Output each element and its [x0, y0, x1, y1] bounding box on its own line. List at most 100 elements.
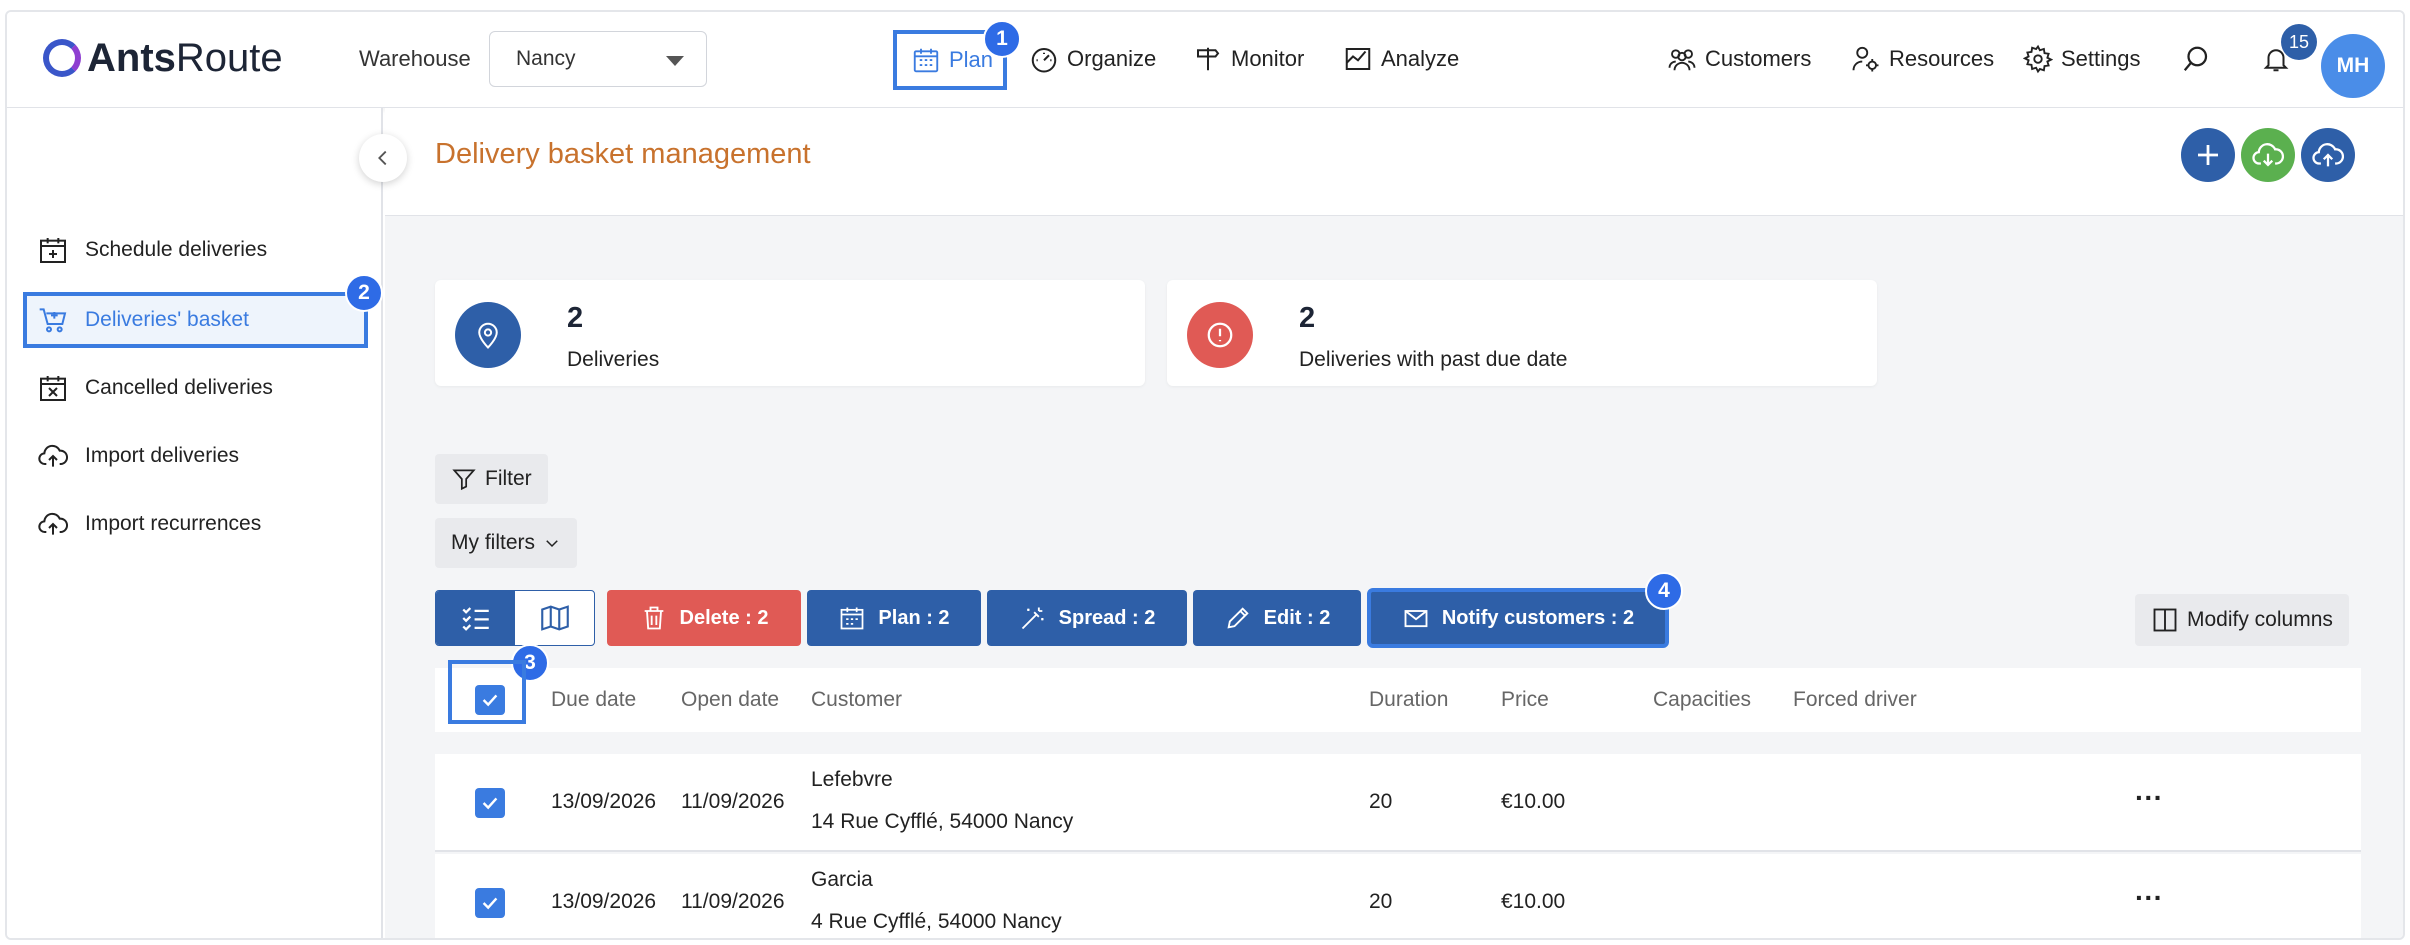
nav-organize-label: Organize — [1067, 46, 1157, 71]
sidebar-item-import-deliveries[interactable]: Import deliveries — [37, 432, 239, 480]
pencil-icon — [1227, 607, 1249, 629]
past-due-label: Deliveries with past due date — [1299, 348, 1568, 371]
trash-icon — [644, 606, 663, 630]
check-icon — [482, 797, 498, 810]
columns-icon — [2153, 608, 2177, 632]
view-toggle — [435, 590, 595, 646]
delete-label: Delete : 2 — [679, 606, 769, 629]
avatar[interactable]: MH — [2321, 34, 2385, 98]
row-checkbox[interactable] — [475, 888, 505, 918]
cell-open-date: 11/09/2026 — [681, 890, 785, 913]
nav-resources-label: Resources — [1889, 46, 1995, 71]
sidebar-item-label: Import recurrences — [85, 512, 262, 535]
check-icon — [482, 694, 498, 707]
edit-label: Edit : 2 — [1263, 606, 1331, 629]
deliveries-count-card: 2 Deliveries — [435, 280, 1145, 386]
row-more-button[interactable]: ··· — [2135, 782, 2163, 814]
column-capacities[interactable]: Capacities — [1653, 688, 1751, 712]
chevron-down-icon — [546, 540, 558, 548]
warehouse-label: Warehouse — [359, 46, 471, 71]
cell-customer-name: Garcia — [811, 868, 873, 891]
past-due-card: 2 Deliveries with past due date — [1167, 280, 1877, 386]
column-duration[interactable]: Duration — [1369, 688, 1448, 712]
sidebar-item-cancelled-deliveries[interactable]: Cancelled deliveries — [37, 364, 273, 412]
nav-organize[interactable]: Organize — [1029, 36, 1156, 82]
column-customer[interactable]: Customer — [811, 688, 902, 712]
sidebar-item-label: Deliveries' basket — [85, 308, 249, 331]
main-content: Delivery basket management 2 Deliveries … — [385, 108, 2403, 938]
my-filters-dropdown[interactable]: My filters — [435, 518, 577, 568]
modify-columns-label: Modify columns — [2187, 608, 2333, 631]
sidebar-item-label: Import deliveries — [85, 444, 240, 467]
sidebar-item-schedule-deliveries[interactable]: Schedule deliveries — [37, 226, 267, 274]
search-button[interactable] — [2181, 36, 2211, 82]
column-price[interactable]: Price — [1501, 688, 1549, 712]
chevron-down-icon — [666, 56, 684, 66]
cloud-download-button[interactable] — [2241, 128, 2295, 182]
spread-label: Spread : 2 — [1058, 606, 1156, 629]
app-window: Ants Route Warehouse Nancy Plan 1 Organiz… — [5, 10, 2405, 940]
sidebar-item-deliveries-basket[interactable]: Deliveries' basket — [23, 292, 368, 348]
page-header: Delivery basket management — [385, 108, 2403, 216]
nav-monitor[interactable]: Monitor — [1193, 36, 1304, 82]
users-icon — [1668, 49, 1696, 71]
checklist-icon — [461, 607, 489, 631]
column-due-date[interactable]: Due date — [551, 688, 636, 712]
delete-button[interactable]: Delete : 2 — [607, 590, 801, 646]
plan-button[interactable]: Plan : 2 — [807, 590, 981, 646]
cell-price: €10.00 — [1501, 790, 1566, 813]
nav-customers-label: Customers — [1705, 46, 1812, 71]
list-view-button[interactable] — [436, 591, 515, 645]
gear-icon — [2023, 44, 2053, 74]
cell-duration: 20 — [1369, 790, 1393, 813]
nav-analyze[interactable]: Analyze — [1343, 36, 1459, 82]
user-gear-icon — [1852, 46, 1879, 72]
table-row[interactable]: 13/09/2026 11/09/2026 Garcia 4 Rue Cyffl… — [435, 854, 2361, 938]
filter-button[interactable]: Filter — [435, 454, 548, 504]
nav-settings[interactable]: Settings — [2023, 36, 2141, 82]
calendar-x-icon — [40, 376, 66, 401]
sidebar-item-import-recurrences[interactable]: Import recurrences — [37, 500, 261, 548]
plan-label: Plan : 2 — [878, 606, 950, 629]
logo-text-bold: Ants — [87, 35, 176, 80]
warehouse-select[interactable]: Nancy — [489, 31, 707, 87]
cell-customer-address: 14 Rue Cyfflé, 54000 Nancy — [811, 810, 1074, 833]
warehouse-value: Nancy — [516, 47, 576, 70]
cell-open-date: 11/09/2026 — [681, 790, 785, 813]
map-pin-icon — [455, 302, 521, 368]
row-checkbox[interactable] — [475, 788, 505, 818]
annotation-badge-3: 3 — [511, 644, 549, 682]
column-forced-driver[interactable]: Forced driver — [1793, 688, 1917, 712]
past-due-count: 2 — [1299, 302, 1316, 334]
table-row[interactable]: 13/09/2026 11/09/2026 Lefebvre 14 Rue Cy… — [435, 754, 2361, 852]
add-delivery-button[interactable] — [2181, 128, 2235, 182]
cell-customer-address: 4 Rue Cyfflé, 54000 Nancy — [811, 910, 1062, 933]
deliveries-count: 2 — [567, 302, 584, 334]
column-open-date[interactable]: Open date — [681, 688, 779, 712]
sidebar-collapse-button[interactable] — [359, 134, 407, 182]
nav-monitor-label: Monitor — [1231, 46, 1305, 71]
top-bar: Ants Route Warehouse Nancy Plan 1 Organiz… — [7, 12, 2403, 108]
chevron-left-icon — [378, 150, 387, 166]
map-icon — [540, 605, 569, 631]
select-all-checkbox[interactable] — [475, 685, 505, 715]
funnel-icon — [452, 469, 476, 491]
nav-analyze-label: Analyze — [1381, 46, 1460, 71]
cloud-upload-button[interactable] — [2301, 128, 2355, 182]
spread-button[interactable]: Spread : 2 — [987, 590, 1187, 646]
plus-icon — [2198, 145, 2218, 165]
nav-customers[interactable]: Customers — [1667, 36, 1811, 82]
notify-customers-button[interactable]: Notify customers : 2 — [1367, 588, 1669, 648]
cloud-upload-icon — [38, 512, 68, 535]
map-view-button[interactable] — [515, 591, 594, 645]
filter-label: Filter — [485, 467, 532, 490]
calendar-plus-icon — [40, 238, 66, 263]
annotation-badge-2: 2 — [345, 274, 383, 312]
nav-resources[interactable]: Resources — [1851, 36, 1994, 82]
row-more-button[interactable]: ··· — [2135, 882, 2163, 914]
logo[interactable]: Ants Route — [43, 32, 283, 84]
modify-columns-button[interactable]: Modify columns — [2135, 594, 2349, 646]
edit-button[interactable]: Edit : 2 — [1193, 590, 1361, 646]
sidebar-item-label: Cancelled deliveries — [85, 376, 273, 399]
cell-due-date: 13/09/2026 — [551, 790, 657, 813]
